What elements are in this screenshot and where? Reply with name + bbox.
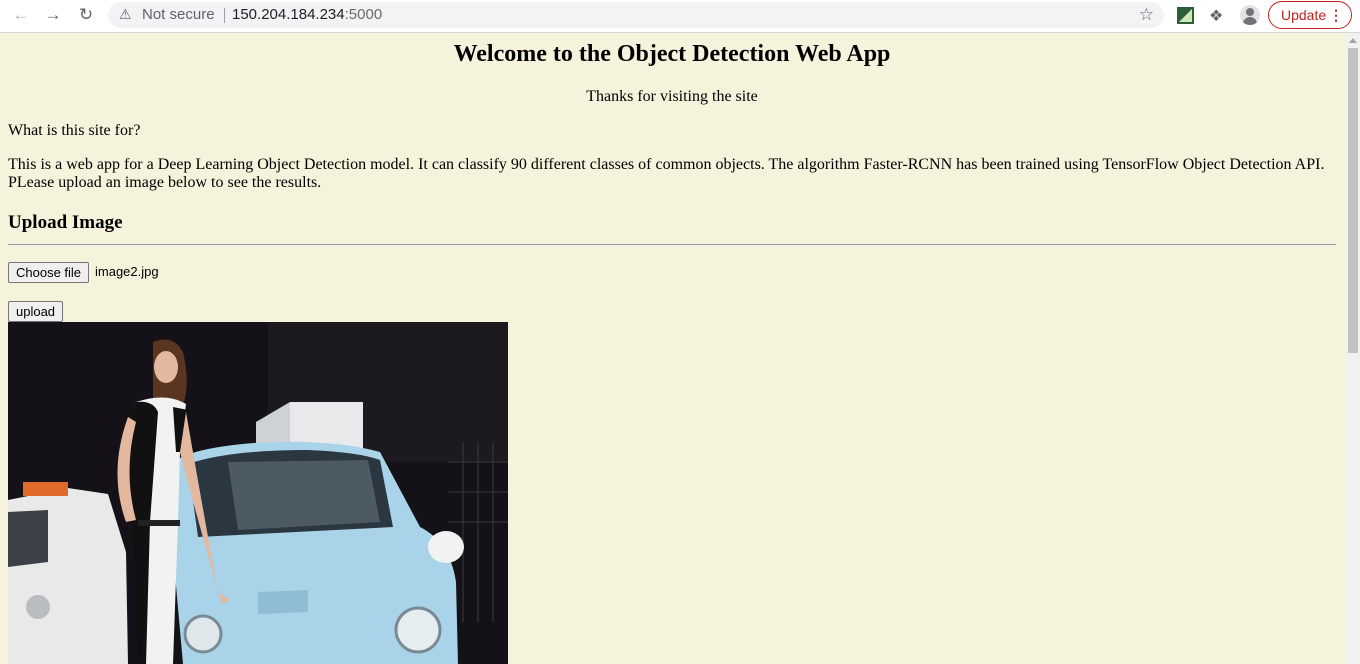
- page-subtitle: Thanks for visiting the site: [586, 88, 758, 105]
- url-text[interactable]: 150.204.184.234:5000: [232, 6, 382, 23]
- bookmark-star-icon[interactable]: ☆: [1139, 5, 1154, 25]
- address-bar[interactable]: ⚠ Not secure 150.204.184.234:5000 ☆: [108, 2, 1164, 28]
- url-host: 150.204.184.234: [232, 6, 345, 23]
- browser-toolbar: ← → ↻ ⚠ Not secure 150.204.184.234:5000 …: [0, 0, 1360, 33]
- extension-icon[interactable]: [1177, 7, 1194, 24]
- question-text: What is this site for?: [8, 122, 141, 139]
- description-text: This is a web app for a Deep Learning Ob…: [8, 156, 1325, 191]
- update-button[interactable]: Update ⋮: [1268, 1, 1352, 29]
- upload-button[interactable]: upload: [8, 301, 64, 322]
- update-label: Update: [1281, 7, 1327, 23]
- omnibox-divider: [224, 8, 225, 23]
- selected-file-name: image2.jpg: [95, 264, 159, 279]
- uploaded-image: [8, 322, 508, 664]
- scrollbar-thumb[interactable]: [1348, 48, 1358, 353]
- warning-icon[interactable]: ⚠: [119, 6, 132, 23]
- divider: [8, 244, 1336, 246]
- page-title: Welcome to the Object Detection Web App: [453, 41, 891, 67]
- choose-file-button[interactable]: Choose file: [8, 262, 90, 283]
- upload-heading: Upload Image: [8, 212, 123, 233]
- forward-icon[interactable]: →: [40, 4, 66, 26]
- back-icon[interactable]: ←: [8, 4, 34, 26]
- page-content: Welcome to the Object Detection Web App …: [0, 34, 1346, 664]
- not-secure-label[interactable]: Not secure: [142, 6, 215, 23]
- page-scrollbar[interactable]: [1346, 34, 1360, 664]
- menu-dots-icon[interactable]: ⋮: [1329, 6, 1343, 24]
- url-port: :5000: [344, 6, 383, 23]
- profile-avatar-icon[interactable]: [1240, 5, 1260, 25]
- extensions-puzzle-icon[interactable]: ❖: [1209, 6, 1227, 25]
- scroll-up-arrow-icon[interactable]: [1349, 38, 1357, 43]
- reload-icon[interactable]: ↻: [73, 4, 99, 26]
